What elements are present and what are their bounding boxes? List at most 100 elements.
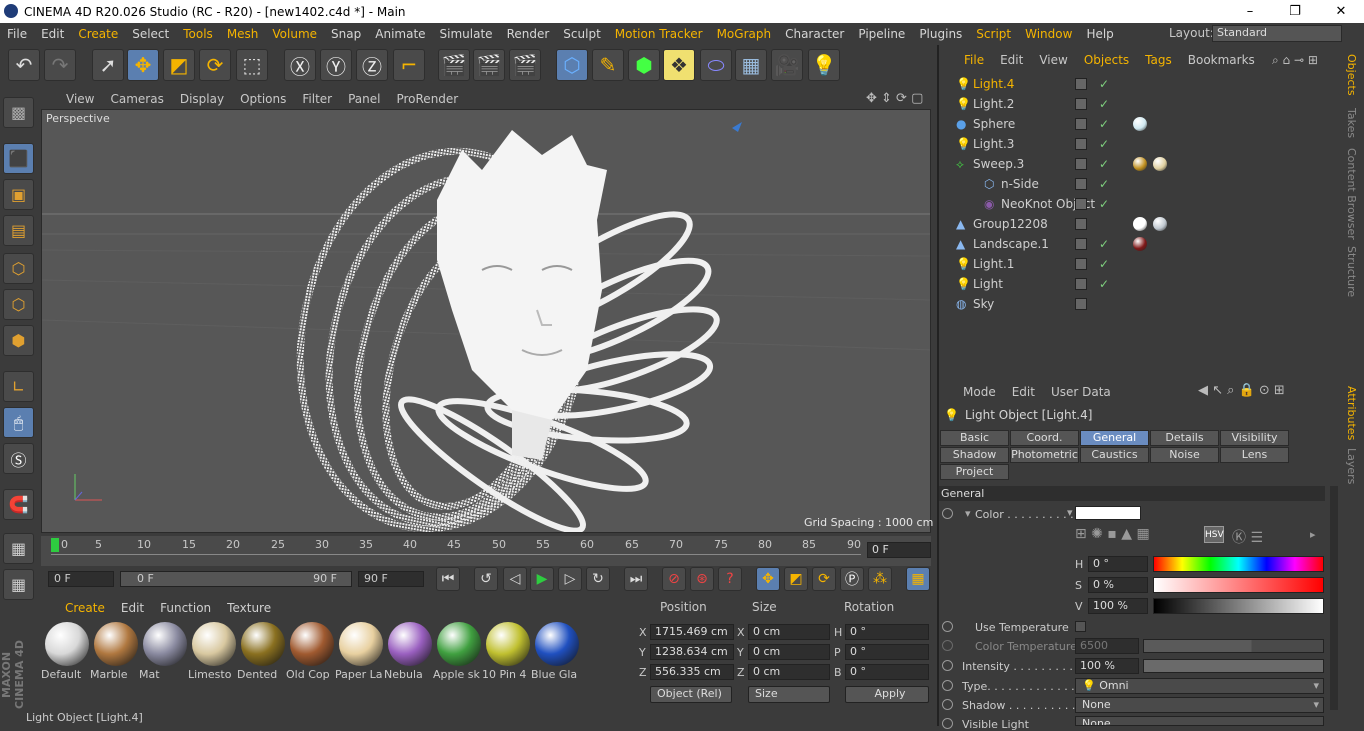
key-parameter-icon[interactable]: Ⓟ (840, 567, 864, 591)
material-menu-function[interactable]: Function (152, 601, 219, 615)
recent-icon[interactable]: ⬚ (236, 49, 268, 81)
tab-photometric[interactable]: Photometric (1010, 447, 1079, 463)
material-item[interactable]: Old Cop (286, 620, 336, 681)
goto-next-key-icon[interactable]: ↻ (586, 567, 610, 591)
material-tag-icon[interactable] (1153, 157, 1167, 171)
menu-create[interactable]: Create (71, 27, 125, 41)
enabled-check-icon[interactable]: ✓ (1099, 237, 1109, 251)
material-item[interactable]: Default (41, 620, 91, 681)
tab-coord[interactable]: Coord. (1010, 430, 1079, 446)
current-frame-field[interactable]: 0 F (867, 542, 931, 558)
workplane-lock-icon[interactable]: ▦ (3, 569, 34, 600)
menu-help[interactable]: Help (1079, 27, 1120, 41)
coord-pos-y-field[interactable]: 1238.634 cm (650, 644, 734, 660)
enabled-check-icon[interactable]: ✓ (1099, 77, 1109, 91)
use-temp-anim-dot[interactable] (942, 621, 953, 632)
viewport-menu-filter[interactable]: Filter (294, 92, 340, 106)
floor-icon[interactable]: ▦ (735, 49, 767, 81)
enabled-check-icon[interactable]: ✓ (1099, 197, 1109, 211)
object-menu-bookmarks[interactable]: Bookmarks (1180, 53, 1263, 67)
x-axis-icon[interactable]: Ⓧ (284, 49, 316, 81)
material-item[interactable]: Limesto (188, 620, 238, 681)
menu-plugins[interactable]: Plugins (912, 27, 969, 41)
timeline-ruler[interactable]: 0 5 10 15 20 25 30 35 40 45 50 55 60 65 … (41, 536, 931, 566)
move-icon[interactable]: ✥ (127, 49, 159, 81)
material-item[interactable]: Paper La (335, 620, 385, 681)
material-menu-texture[interactable]: Texture (219, 601, 279, 615)
material-menu-create[interactable]: Create (57, 601, 113, 615)
material-item[interactable]: Blue Gla (531, 620, 581, 681)
timeline-window-icon[interactable]: ▦ (906, 567, 930, 591)
key-pla-icon[interactable]: ⁂ (868, 567, 892, 591)
tab-shadow[interactable]: Shadow (940, 447, 1009, 463)
menu-script[interactable]: Script (969, 27, 1018, 41)
material-tag-icon[interactable] (1133, 217, 1147, 231)
goto-end-icon[interactable]: ⏭ (624, 567, 648, 591)
color-temp-anim-dot[interactable] (942, 640, 953, 651)
attr-menu-user-data[interactable]: User Data (1043, 385, 1119, 399)
shadow-anim-dot[interactable] (942, 699, 953, 710)
camera-icon[interactable]: 🎥 (771, 49, 803, 81)
color-picker-icons[interactable]: ⊞ ✺ ▪ ▲ ▦ (1075, 526, 1150, 542)
object-row[interactable]: 💡 Light.4 (940, 74, 1341, 94)
play-icon[interactable]: ▶ (530, 567, 554, 591)
value-slider[interactable] (1153, 598, 1324, 614)
viewport-menu-prorender[interactable]: ProRender (388, 92, 466, 106)
coord-rot-h-field[interactable]: 0 ° (845, 624, 929, 640)
layer-toggle-icon[interactable] (1075, 158, 1087, 170)
layout-select[interactable]: Standard (1212, 25, 1342, 42)
tab-basic[interactable]: Basic (940, 430, 1009, 446)
menu-mograph[interactable]: MoGraph (710, 27, 779, 41)
object-row[interactable]: 💡 Light (940, 274, 1341, 294)
object-menu-objects[interactable]: Objects (1076, 53, 1137, 67)
edit-render-settings-icon[interactable]: 🎬 (509, 49, 541, 81)
light-icon[interactable]: 💡 (808, 49, 840, 81)
next-frame-icon[interactable]: ▷ (558, 567, 582, 591)
preview-range-slider[interactable]: 0 F 90 F (120, 571, 352, 587)
side-tab-content-browser[interactable]: Content Browser (1345, 148, 1358, 240)
array-icon[interactable]: ❖ (663, 49, 695, 81)
3d-viewport[interactable] (41, 109, 931, 533)
tab-noise[interactable]: Noise (1150, 447, 1219, 463)
edges-mode-icon[interactable]: ⬡ (3, 289, 34, 320)
texture-mode-icon[interactable]: ▣ (3, 179, 34, 210)
prev-frame-icon[interactable]: ◁ (503, 567, 527, 591)
enabled-check-icon[interactable]: ✓ (1099, 277, 1109, 291)
menu-snap[interactable]: Snap (324, 27, 368, 41)
coordinate-system-icon[interactable]: ⌐ (393, 49, 425, 81)
start-frame-field[interactable]: 0 F (48, 571, 114, 587)
tab-details[interactable]: Details (1150, 430, 1219, 446)
coord-pos-z-field[interactable]: 556.335 cm (650, 664, 734, 680)
layer-toggle-icon[interactable] (1075, 98, 1087, 110)
shadow-select[interactable]: None ▾ (1075, 697, 1324, 713)
layer-toggle-icon[interactable] (1075, 138, 1087, 150)
viewport-menu-cameras[interactable]: Cameras (102, 92, 171, 106)
object-row[interactable]: 💡 Light.1 (940, 254, 1341, 274)
pen-icon[interactable]: ✎ (592, 49, 624, 81)
menu-motion-tracker[interactable]: Motion Tracker (608, 27, 710, 41)
color-expand-right-icon[interactable]: ▸ (1310, 528, 1316, 541)
enabled-check-icon[interactable]: ✓ (1099, 177, 1109, 191)
key-rotation-icon[interactable]: ⟳ (812, 567, 836, 591)
coord-size-z-field[interactable]: 0 cm (748, 664, 830, 680)
object-row[interactable]: 💡 Light.2 (940, 94, 1341, 114)
color-dropdown-icon[interactable]: ▾ (1067, 506, 1073, 519)
attr-nav-icons[interactable]: ◀ ↖ ⌕ 🔒 ⊙ ⊞ (1198, 383, 1285, 398)
coord-rot-p-field[interactable]: 0 ° (845, 644, 929, 660)
tab-lens[interactable]: Lens (1220, 447, 1289, 463)
hue-field[interactable]: 0 ° (1088, 556, 1148, 572)
subdivision-icon[interactable]: ⬢ (628, 49, 660, 81)
coord-mode-select[interactable]: Object (Rel) (650, 686, 732, 703)
object-manager-search-icon[interactable]: ⌕ ⌂ ⊸ ⊞ (1272, 53, 1318, 68)
menu-render[interactable]: Render (500, 27, 557, 41)
coord-pos-x-field[interactable]: 1715.469 cm (650, 624, 734, 640)
key-position-icon[interactable]: ✥ (756, 567, 780, 591)
viewport-menu-display[interactable]: Display (172, 92, 232, 106)
maximize-button[interactable]: ❐ (1272, 0, 1318, 23)
key-scale-icon[interactable]: ◩ (784, 567, 808, 591)
layer-toggle-icon[interactable] (1075, 178, 1087, 190)
coord-size-y-field[interactable]: 0 cm (748, 644, 830, 660)
object-menu-edit[interactable]: Edit (992, 53, 1031, 67)
undo-icon[interactable]: ↶ (8, 49, 40, 81)
material-item[interactable]: Marble (90, 620, 140, 681)
